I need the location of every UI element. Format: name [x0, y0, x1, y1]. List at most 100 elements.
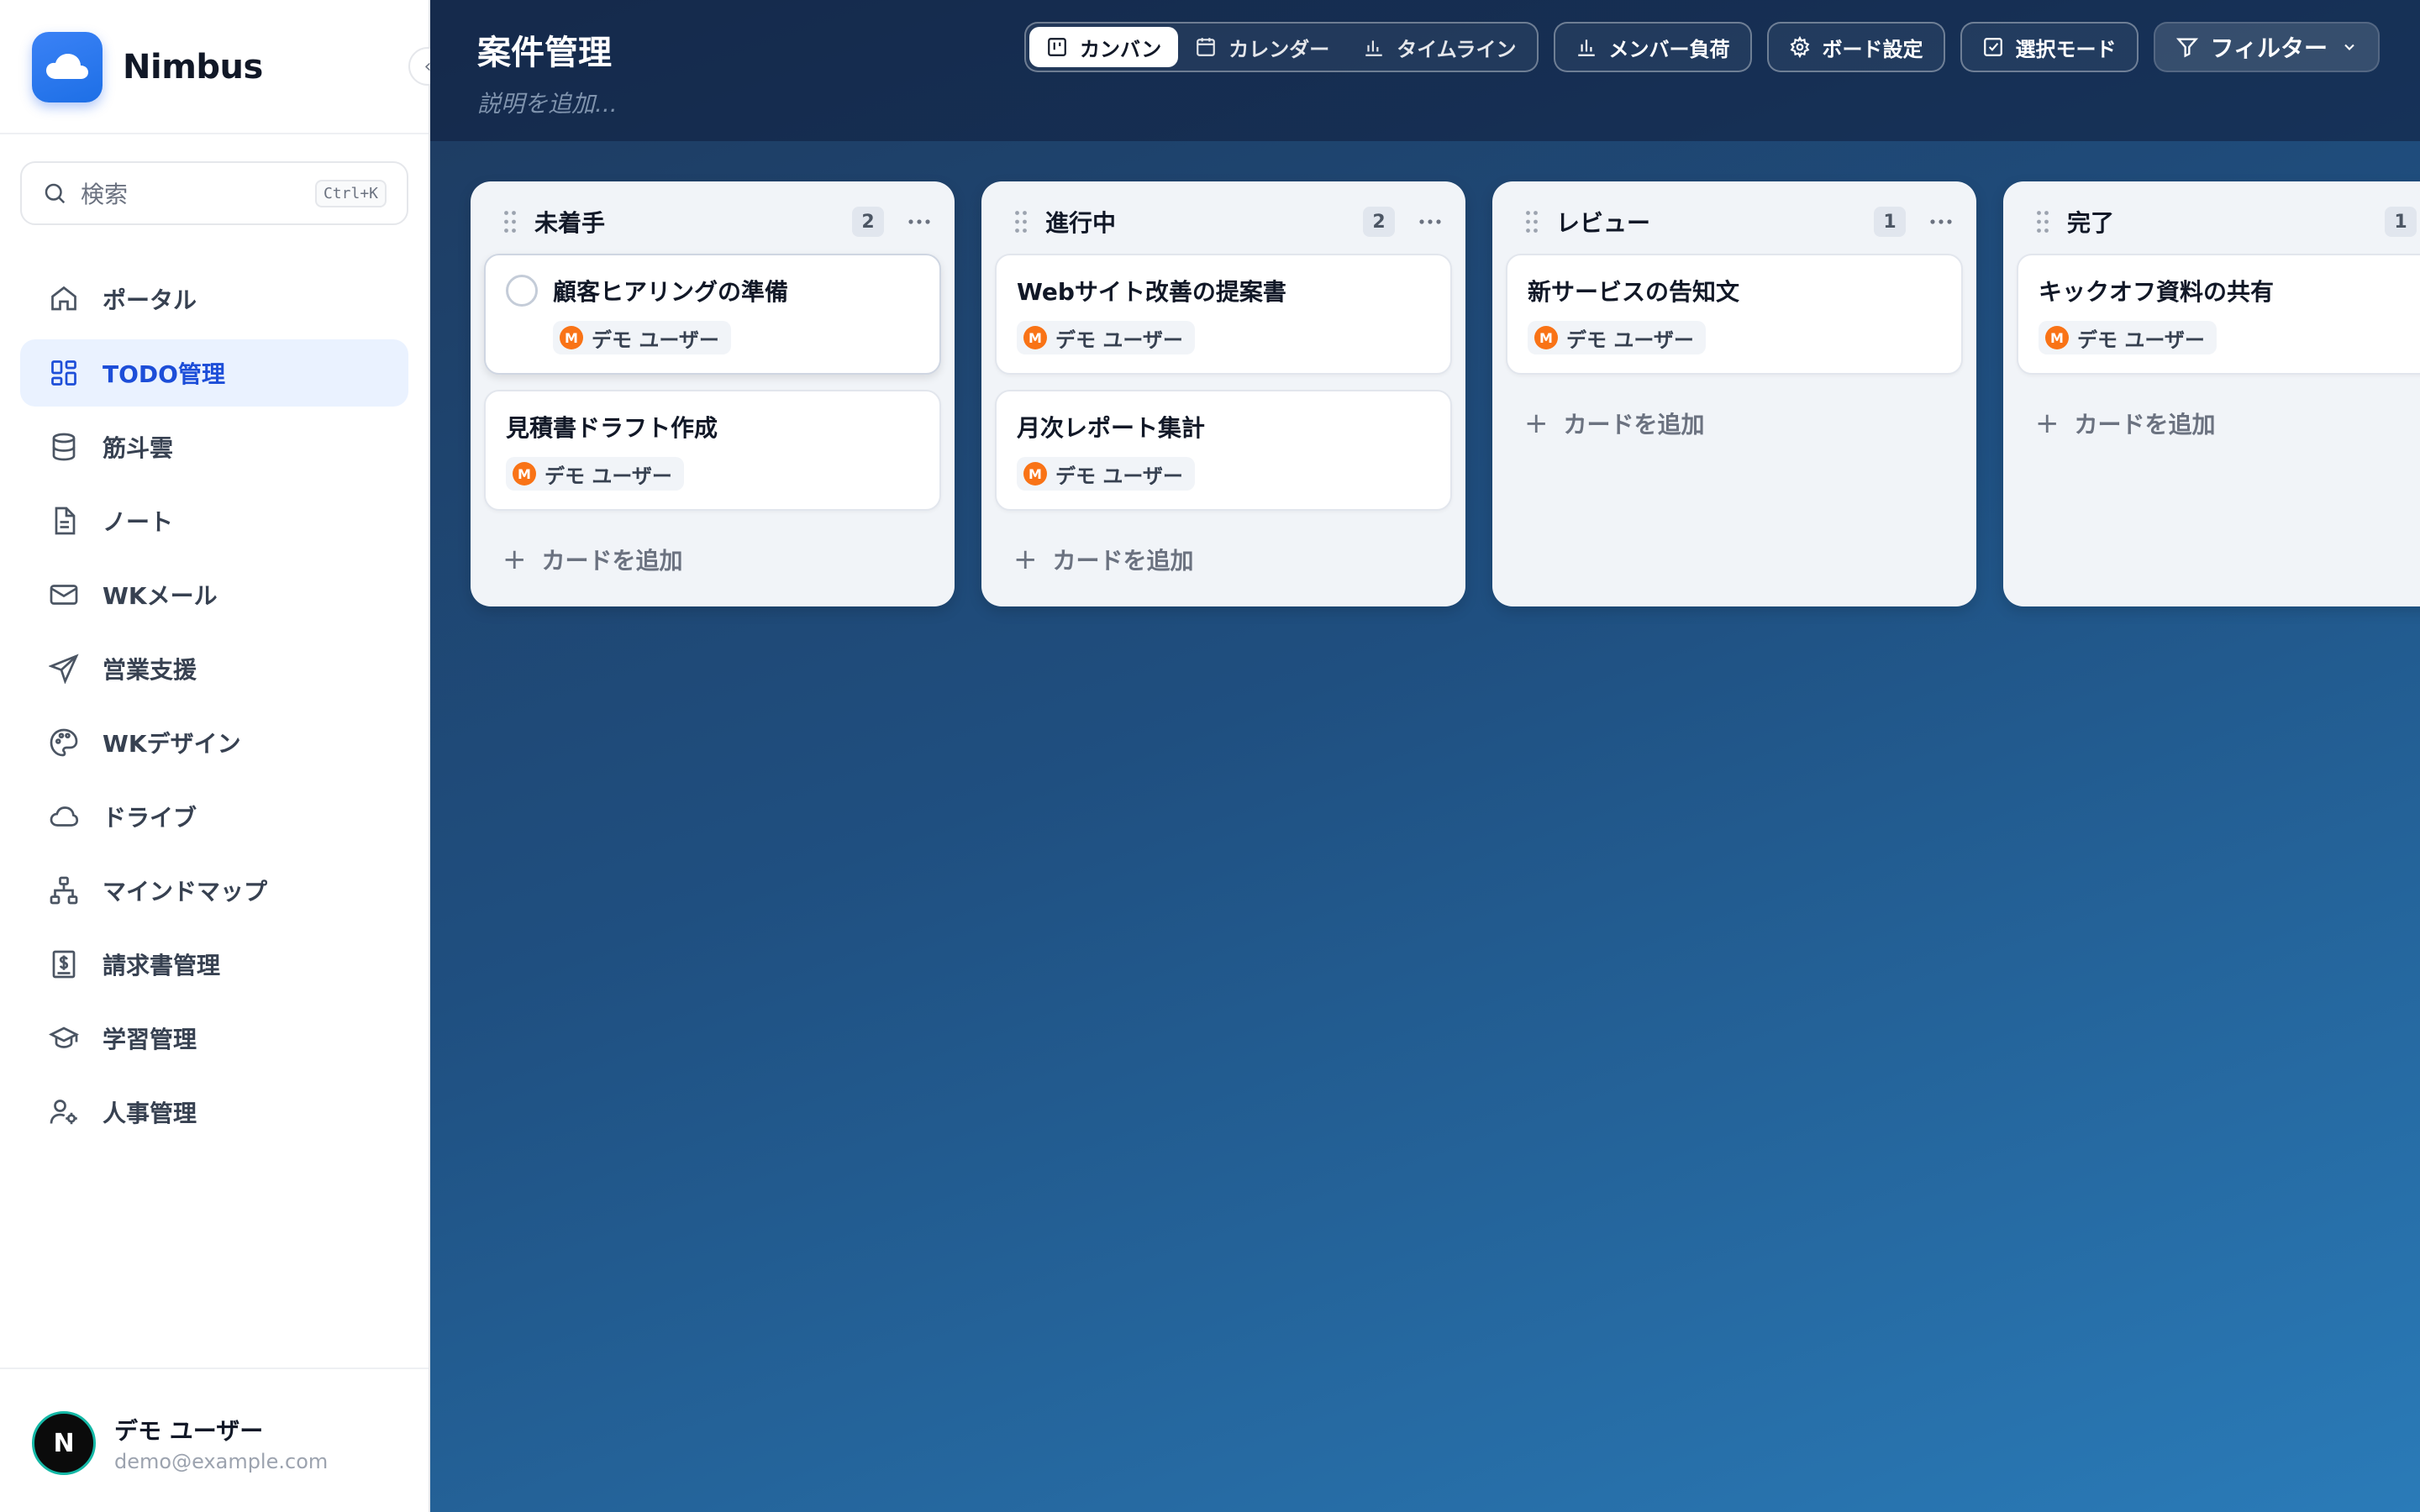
assignee-avatar: M — [2045, 326, 2069, 349]
sidebar-item-invoice[interactable]: 請求書管理 — [20, 931, 408, 998]
select-mode-button[interactable]: 選択モード — [1960, 22, 2139, 72]
board-column-done: 完了 1 キックオフ資料の共有 M デモ ユーザー + カードを追加 — [2003, 181, 2420, 606]
sidebar-item-drive[interactable]: ドライブ — [20, 783, 408, 850]
view-label: カレンダー — [1228, 37, 1330, 61]
add-card-label: カードを追加 — [1052, 547, 1194, 575]
task-card[interactable]: 顧客ヒアリングの準備 M デモ ユーザー — [484, 254, 941, 375]
sidebar-item-learning[interactable]: 学習管理 — [20, 1005, 408, 1072]
palette-icon — [47, 726, 81, 759]
sidebar-item-label: 学習管理 — [103, 1026, 197, 1053]
add-card-button[interactable]: + カードを追加 — [995, 526, 1452, 593]
network-icon — [47, 874, 81, 907]
search-placeholder: 検索 — [81, 181, 129, 208]
bar-chart-icon — [1577, 39, 1595, 56]
calendar-icon — [1197, 38, 1216, 56]
member-load-button[interactable]: メンバー負荷 — [1553, 22, 1752, 72]
main-area: 案件管理 説明を追加... カンバン カレンダー タイムライン メンバー負荷 ボ… — [430, 0, 2420, 1512]
user-name: デモ ユーザー — [114, 1417, 264, 1445]
column-menu-button[interactable] — [1926, 218, 1956, 226]
sidebar-item-label: 筋斗雲 — [103, 434, 174, 462]
complete-checkbox[interactable] — [506, 275, 538, 307]
view-switcher: カンバン カレンダー タイムライン — [1024, 22, 1539, 72]
filter-icon — [2175, 38, 2198, 58]
check-square-icon — [1983, 38, 2002, 56]
more-horizontal-icon — [908, 219, 930, 224]
column-title: 進行中 — [1045, 209, 1117, 237]
card-title: キックオフ資料の共有 — [2039, 278, 2275, 306]
assignee-chip: M デモ ユーザー — [2039, 321, 2217, 354]
sidebar-item-label: 営業支援 — [103, 656, 197, 684]
assignee-name: デモ ユーザー — [544, 464, 672, 488]
sidebar: Nimbus ‹ 検索 Ctrl+K ポータル TODO管理 筋斗雲 ノート W… — [0, 0, 447, 1512]
column-title: レビュー — [1556, 209, 1651, 237]
sidebar-item-note[interactable]: ノート — [20, 487, 408, 554]
filter-button[interactable]: フィルター — [2153, 22, 2380, 72]
kanban-icon — [1048, 38, 1066, 56]
add-card-label: カードを追加 — [541, 547, 683, 575]
column-menu-button[interactable] — [1415, 218, 1445, 226]
plus-icon: + — [1524, 407, 1549, 440]
description-field[interactable]: 説明を追加... — [477, 86, 618, 119]
view-kanban-button[interactable]: カンバン — [1029, 27, 1179, 67]
user-profile[interactable]: N デモ ユーザー demo@example.com — [32, 1411, 328, 1475]
sidebar-item-mindmap[interactable]: マインドマップ — [20, 857, 408, 924]
card-count-badge: 2 — [852, 207, 884, 237]
column-header: 完了 1 — [2017, 195, 2420, 249]
assignee-name: デモ ユーザー — [1055, 464, 1183, 488]
brand[interactable]: Nimbus — [32, 32, 263, 102]
column-header: 未着手 2 — [484, 195, 941, 249]
sidebar-item-label: マインドマップ — [103, 878, 268, 906]
grid-icon — [47, 356, 81, 390]
search-input[interactable]: 検索 Ctrl+K — [20, 161, 408, 225]
more-horizontal-icon — [1419, 219, 1441, 224]
view-timeline-button[interactable]: タイムライン — [1346, 27, 1533, 67]
assignee-name: デモ ユーザー — [1055, 328, 1183, 352]
more-horizontal-icon — [1930, 219, 1952, 224]
add-card-button[interactable]: + カードを追加 — [2017, 390, 2420, 457]
column-menu-button[interactable] — [904, 218, 934, 226]
assignee-avatar: M — [513, 462, 536, 486]
page-title[interactable]: 案件管理 — [477, 25, 612, 74]
divider — [0, 1368, 429, 1369]
sidebar-item-portal[interactable]: ポータル — [20, 265, 408, 333]
view-calendar-button[interactable]: カレンダー — [1178, 27, 1346, 67]
add-card-label: カードを追加 — [2074, 411, 2216, 438]
add-card-button[interactable]: + カードを追加 — [1506, 390, 1963, 457]
card-title: 顧客ヒアリングの準備 — [553, 278, 789, 306]
assignee-avatar: M — [1023, 462, 1047, 486]
drag-handle-icon[interactable] — [2035, 209, 2050, 234]
cloud-icon — [47, 800, 81, 833]
sidebar-item-wkdesign[interactable]: WKデザイン — [20, 709, 408, 776]
sidebar-item-label: ポータル — [103, 286, 197, 314]
card-title: 新サービスの告知文 — [1528, 278, 1740, 306]
task-card[interactable]: 新サービスの告知文 M デモ ユーザー — [1506, 254, 1963, 375]
drag-handle-icon[interactable] — [502, 209, 518, 234]
gear-icon — [1790, 36, 1809, 58]
task-card[interactable]: 見積書ドラフト作成 M デモ ユーザー — [484, 390, 941, 511]
user-info: デモ ユーザー demo@example.com — [114, 1413, 328, 1473]
column-header: 進行中 2 — [995, 195, 1452, 249]
sidebar-item-kintoun[interactable]: 筋斗雲 — [20, 413, 408, 480]
user-email: demo@example.com — [114, 1450, 329, 1473]
plus-icon: + — [1013, 543, 1038, 576]
sidebar-item-todo[interactable]: TODO管理 — [20, 339, 408, 407]
sidebar-item-wkmail[interactable]: WKメール — [20, 561, 408, 628]
assignee-chip: M デモ ユーザー — [506, 457, 684, 491]
task-card[interactable]: キックオフ資料の共有 M デモ ユーザー — [2017, 254, 2420, 375]
drag-handle-icon[interactable] — [1013, 209, 1028, 234]
board-settings-button[interactable]: ボード設定 — [1766, 22, 1945, 72]
button-label: ボード設定 — [1822, 37, 1923, 61]
divider — [0, 133, 429, 134]
drag-handle-icon[interactable] — [1524, 209, 1539, 234]
sidebar-item-hr[interactable]: 人事管理 — [20, 1079, 408, 1146]
add-card-button[interactable]: + カードを追加 — [484, 526, 941, 593]
task-card[interactable]: Webサイト改善の提案書 M デモ ユーザー — [995, 254, 1452, 375]
button-label: メンバー負荷 — [1608, 37, 1730, 61]
sidebar-nav: ポータル TODO管理 筋斗雲 ノート WKメール 営業支援 WKデザイン ドラ… — [20, 265, 408, 1152]
task-card[interactable]: 月次レポート集計 M デモ ユーザー — [995, 390, 1452, 511]
card-title: Webサイト改善の提案書 — [1017, 278, 1286, 306]
mail-icon — [47, 578, 81, 612]
assignee-chip: M デモ ユーザー — [1528, 321, 1706, 354]
sidebar-item-sales[interactable]: 営業支援 — [20, 635, 408, 702]
assignee-avatar: M — [560, 326, 583, 349]
